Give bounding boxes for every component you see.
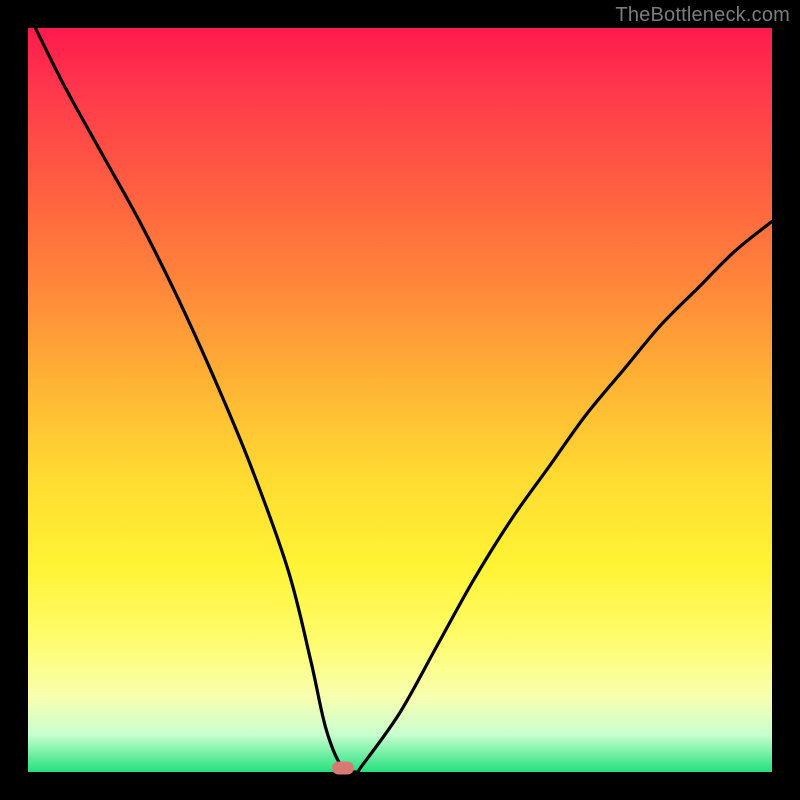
chart-frame: TheBottleneck.com [0, 0, 800, 800]
optimum-marker [332, 762, 354, 775]
bottleneck-curve [35, 28, 772, 772]
curve-svg [28, 28, 772, 772]
watermark-text: TheBottleneck.com [615, 4, 790, 27]
plot-area [28, 28, 772, 772]
